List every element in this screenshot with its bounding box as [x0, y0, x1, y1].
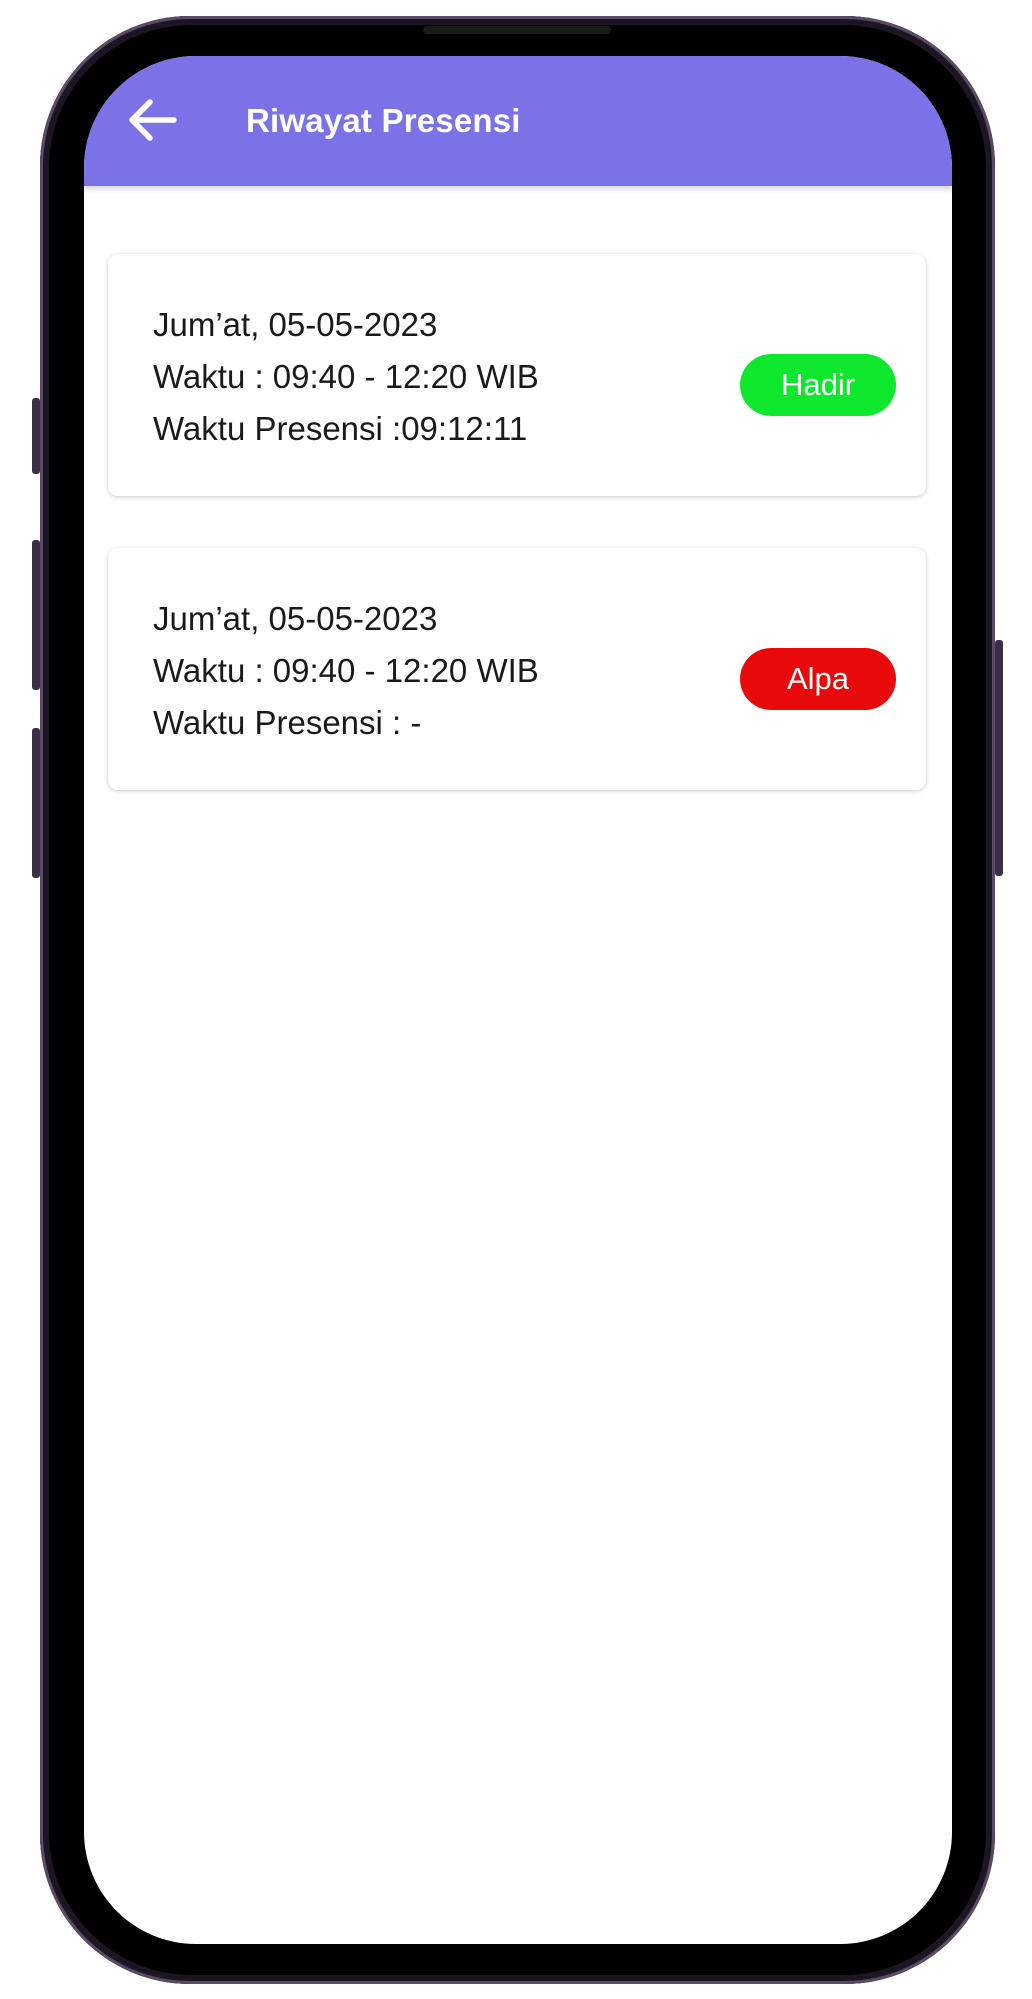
- record-presence-time: Waktu Presensi : -: [153, 704, 422, 741]
- power-button: [995, 640, 1003, 876]
- record-date: Jum’at, 05-05-2023: [153, 600, 438, 637]
- record-presence-time: Waktu Presensi :09:12:11: [153, 410, 528, 447]
- volume-down-button: [32, 728, 40, 878]
- record-details: Jum’at, 05-05-2023 Waktu : 09:40 - 12:20…: [153, 299, 539, 455]
- page-title: Riwayat Presensi: [246, 102, 521, 139]
- record-time: Waktu : 09:40 - 12:20 WIB: [153, 358, 539, 395]
- status-badge-alpa[interactable]: Alpa: [740, 648, 896, 710]
- record-date: Jum’at, 05-05-2023: [153, 306, 438, 343]
- speaker-grille: [423, 26, 611, 34]
- status-badge-hadir[interactable]: Hadir: [740, 354, 896, 416]
- arrow-left-icon: [129, 99, 177, 141]
- attendance-record-card[interactable]: Jum’at, 05-05-2023 Waktu : 09:40 - 12:20…: [108, 254, 926, 496]
- record-time: Waktu : 09:40 - 12:20 WIB: [153, 652, 539, 689]
- volume-up-button: [32, 540, 40, 690]
- app-screen: Riwayat Presensi Jum’at, 05-05-2023 Wakt…: [84, 56, 952, 1944]
- attendance-record-card[interactable]: Jum’at, 05-05-2023 Waktu : 09:40 - 12:20…: [108, 548, 926, 790]
- action-button: [32, 398, 40, 474]
- back-button[interactable]: [126, 94, 178, 146]
- app-bar: Riwayat Presensi: [84, 56, 952, 186]
- record-details: Jum’at, 05-05-2023 Waktu : 09:40 - 12:20…: [153, 593, 539, 749]
